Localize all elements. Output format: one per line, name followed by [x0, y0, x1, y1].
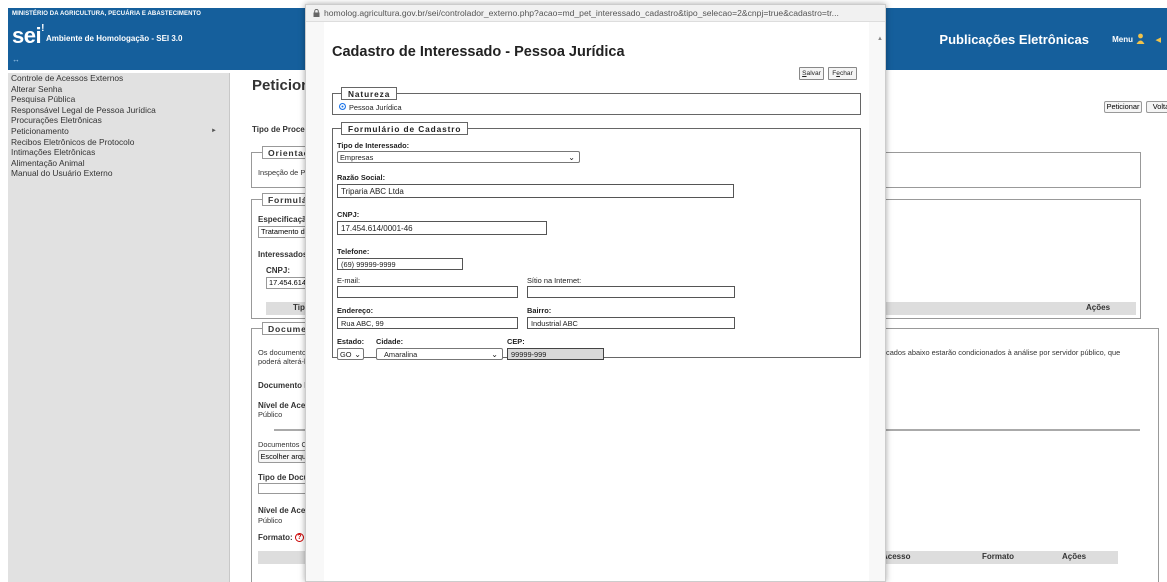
chevron-down-icon: ⌄	[354, 350, 361, 359]
sidebar-menu: Controle de Acessos Externos Alterar Sen…	[8, 73, 230, 582]
email-input[interactable]	[337, 286, 518, 298]
pessoa-juridica-radio[interactable]	[339, 103, 346, 110]
site-title: Publicações Eletrônicas	[939, 32, 1089, 47]
tipo-interessado-select[interactable]: Empresas ⌄	[337, 151, 580, 163]
estado-select[interactable]: GO ⌄	[337, 348, 364, 360]
col-acesso: Acesso	[882, 552, 911, 561]
documentos-text-right: cados abaixo estarão condicionados à aná…	[886, 348, 1121, 357]
sidebar-item-responsavel-legal[interactable]: Responsável Legal de Pessoa Jurídica	[8, 105, 229, 116]
razao-social-input[interactable]: Triparia ABC Ltda	[337, 184, 734, 198]
sidebar-item-intimacoes[interactable]: Intimações Eletrônicas	[8, 147, 229, 158]
sidebar-item-pesquisa-publica[interactable]: Pesquisa Pública	[8, 94, 229, 105]
endereco-label: Endereço:	[337, 306, 374, 315]
formulario-cadastro-fieldset: Formulário de Cadastro Tipo de Interessa…	[332, 122, 861, 360]
sidebar-item-alimentacao-animal[interactable]: Alimentação Animal	[8, 158, 229, 169]
help-icon[interactable]: ?	[294, 533, 304, 543]
exit-icon[interactable]: ◂	[1155, 33, 1161, 46]
chevron-down-icon: ⌄	[491, 350, 498, 359]
telefone-label: Telefone:	[337, 247, 370, 256]
telefone-input[interactable]: (69) 99999-9999	[337, 258, 463, 270]
cadastro-interessado-modal: homolog.agricultura.gov.br/sei/controlad…	[305, 4, 886, 582]
chevron-down-icon: ⌄	[568, 153, 575, 162]
modal-url[interactable]: homolog.agricultura.gov.br/sei/controlad…	[324, 8, 839, 18]
bairro-label: Bairro:	[527, 306, 552, 315]
sidebar-item-recibos[interactable]: Recibos Eletrônicos de Protocolo	[8, 137, 229, 148]
modal-title: Cadastro de Interessado - Pessoa Jurídic…	[332, 44, 625, 60]
nivel-acesso-value: Público	[258, 410, 283, 419]
user-icon[interactable]	[1136, 33, 1145, 44]
submenu-arrow-icon: ►	[211, 127, 217, 134]
nivel-acesso-2-value: Público	[258, 516, 283, 525]
formulario-cadastro-legend: Formulário de Cadastro	[341, 122, 469, 135]
peticionar-button[interactable]: Peticionar	[1104, 101, 1142, 113]
natureza-fieldset: Natureza Pessoa Jurídica	[332, 87, 861, 115]
bairro-input[interactable]: Industrial ABC	[527, 317, 735, 329]
cidade-label: Cidade:	[376, 337, 404, 346]
modal-url-bar: homolog.agricultura.gov.br/sei/controlad…	[306, 5, 885, 22]
tipo-interessado-label: Tipo de Interessado:	[337, 141, 410, 150]
cnpj-label: CNPJ:	[266, 266, 291, 275]
pessoa-juridica-label: Pessoa Jurídica	[349, 103, 402, 112]
natureza-legend: Natureza	[341, 87, 398, 100]
sidebar-item-alterar-senha[interactable]: Alterar Senha	[8, 84, 229, 95]
expand-arrows-icon[interactable]: ↔	[12, 55, 20, 64]
sitio-internet-input[interactable]	[527, 286, 735, 298]
endereco-input[interactable]: Rua ABC, 99	[337, 317, 518, 329]
col-formato: Formato	[982, 552, 1014, 561]
ministry-name: MINISTÉRIO DA AGRICULTURA, PECUÁRIA E AB…	[12, 11, 201, 17]
fechar-button[interactable]: Fechar	[828, 67, 857, 80]
modal-body: Cadastro de Interessado - Pessoa Jurídic…	[324, 22, 869, 581]
environment-label: Ambiente de Homologação - SEI 3.0	[46, 34, 183, 43]
sidebar-item-manual[interactable]: Manual do Usuário Externo	[8, 168, 229, 179]
cep-input[interactable]: 99999-999	[507, 348, 604, 360]
scroll-up-icon[interactable]: ▲	[877, 36, 883, 42]
cnpj-label-modal: CNPJ:	[337, 210, 360, 219]
cnpj-input-modal[interactable]: 17.454.614/0001-46	[337, 221, 547, 235]
col-acoes-2: Ações	[1062, 552, 1087, 561]
email-label: E-mail:	[337, 276, 360, 285]
menu-button[interactable]: Menu	[1112, 35, 1133, 44]
cep-label: CEP:	[507, 337, 525, 346]
sitio-internet-label: Sítio na Internet:	[527, 276, 582, 285]
estado-label: Estado:	[337, 337, 365, 346]
salvar-button[interactable]: Salvar	[799, 67, 824, 80]
voltar-button[interactable]: Volta	[1146, 101, 1167, 113]
sei-logo[interactable]: sei!	[12, 23, 44, 49]
cidade-select[interactable]: Amaralina ⌄	[376, 348, 503, 360]
lock-icon	[313, 9, 320, 17]
sidebar-item-procuracoes[interactable]: Procurações Eletrônicas	[8, 115, 229, 126]
col-acoes: Ações	[1086, 303, 1111, 312]
razao-social-label: Razão Social:	[337, 173, 386, 182]
sidebar-item-peticionamento[interactable]: Peticionamento ►	[8, 126, 229, 137]
sidebar-item-controle-acessos[interactable]: Controle de Acessos Externos	[8, 73, 229, 84]
